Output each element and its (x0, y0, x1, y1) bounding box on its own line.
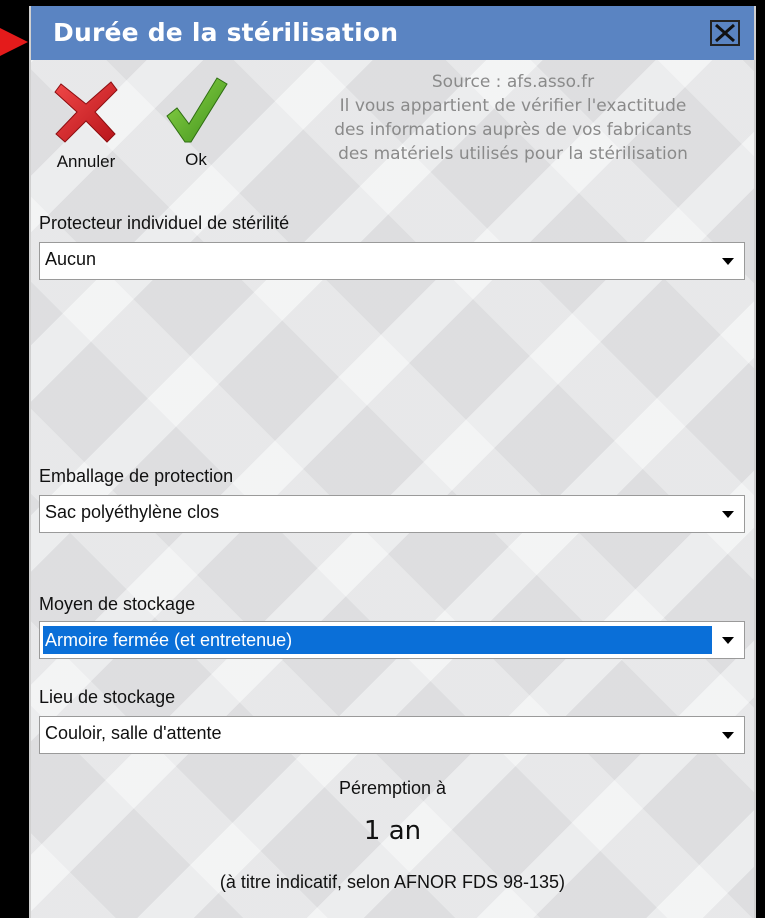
disclaimer-line-3: des matériels utilisés pour la stérilisa… (338, 144, 688, 164)
moyen-select[interactable]: Armoire fermée (et entretenue) (39, 621, 745, 659)
protecteur-select[interactable]: Aucun (39, 242, 745, 280)
source-line: Source : afs.asso.fr (431, 72, 595, 92)
expiry-value: 1 an (363, 816, 422, 846)
caret-down-icon[interactable] (722, 258, 734, 265)
moyen-value: Armoire fermée (et entretenue) (42, 625, 713, 655)
green-check-icon (166, 77, 228, 143)
close-button[interactable] (710, 20, 740, 46)
caret-down-icon[interactable] (722, 511, 734, 518)
dialog-title: Durée de la stérilisation (53, 18, 399, 47)
expiry-heading: Péremption à (338, 778, 447, 798)
red-x-icon (54, 81, 118, 143)
close-icon (715, 23, 735, 43)
caret-down-icon[interactable] (722, 637, 734, 644)
protecteur-label: Protecteur individuel de stérilité (39, 213, 290, 233)
protecteur-value: Aucun (45, 249, 97, 269)
moyen-label: Moyen de stockage (39, 594, 196, 614)
cancel-label: Annuler (56, 152, 116, 171)
source-notice: Source : afs.asso.fr Il vous appartient … (289, 70, 737, 166)
expiry-note: (à titre indicatif, selon AFNOR FDS 98-1… (219, 872, 566, 892)
lieu-label: Lieu de stockage (39, 687, 176, 707)
ok-label: Ok (185, 150, 207, 169)
lieu-select[interactable]: Couloir, salle d'attente (39, 716, 745, 754)
emballage-value: Sac polyéthylène clos (45, 502, 220, 522)
emballage-label: Emballage de protection (39, 466, 234, 486)
emballage-select[interactable]: Sac polyéthylène clos (39, 495, 745, 533)
title-bar: Durée de la stérilisation (31, 6, 754, 60)
sterilization-duration-dialog: Durée de la stérilisation Annuler Ok Sou… (29, 6, 756, 918)
ok-button[interactable]: Ok (161, 74, 231, 170)
caret-down-icon[interactable] (722, 732, 734, 739)
disclaimer-line-1: Il vous appartient de vérifier l'exactit… (339, 96, 687, 116)
lieu-value: Couloir, salle d'attente (45, 723, 222, 743)
cancel-button[interactable]: Annuler (41, 76, 131, 172)
disclaimer-line-2: des informations auprès de vos fabricant… (334, 120, 692, 140)
red-arrow-icon (0, 28, 28, 56)
